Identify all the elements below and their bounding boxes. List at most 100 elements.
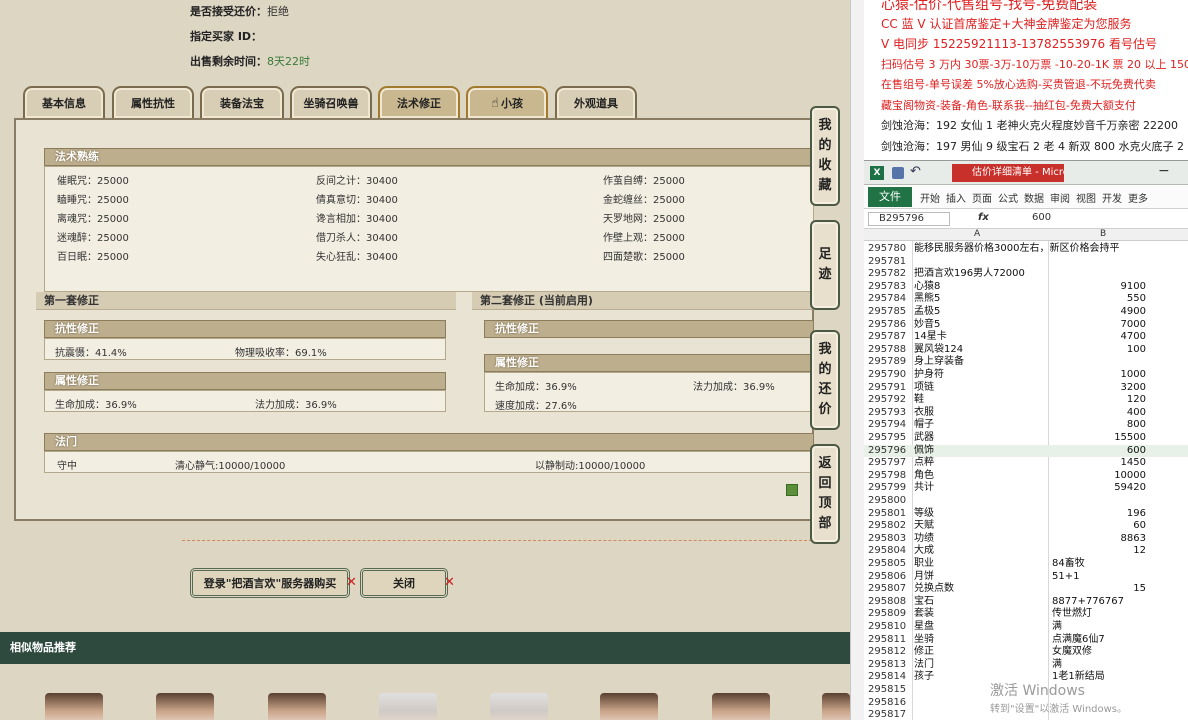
cell-b[interactable]: 3200 xyxy=(1050,382,1146,394)
excel-row[interactable]: 295788 翼风袋124 100 xyxy=(864,344,1188,356)
cell-b[interactable]: 9100 xyxy=(1050,281,1146,293)
cell-a[interactable]: 佩饰 xyxy=(914,445,934,457)
formula-input[interactable]: 600 xyxy=(1032,212,1051,223)
ribbon-tab[interactable]: 审阅 xyxy=(1050,190,1070,205)
cell-a[interactable]: 心猿8 xyxy=(914,281,940,293)
cell-a[interactable]: 修正 xyxy=(914,646,934,658)
excel-row[interactable]: 295799 共计 59420 xyxy=(864,482,1188,494)
excel-row[interactable]: 295808 宝石 8877+776767 xyxy=(864,596,1188,608)
cell-b[interactable]: 196 xyxy=(1050,508,1146,520)
excel-row[interactable]: 295784 黑熊5 550 xyxy=(864,293,1188,305)
cell-b[interactable]: 59420 xyxy=(1050,482,1146,494)
cell-a[interactable]: 衣服 xyxy=(914,407,934,419)
cell-a[interactable]: 翼风袋124 xyxy=(914,344,963,356)
save-icon[interactable] xyxy=(892,167,904,179)
undo-icon[interactable]: ↶ xyxy=(910,164,921,179)
excel-row[interactable]: 295786 妙音5 7000 xyxy=(864,319,1188,331)
ribbon-tab[interactable]: 视图 xyxy=(1076,190,1096,205)
excel-row[interactable]: 295800 xyxy=(864,495,1188,507)
cell-b[interactable]: 400 xyxy=(1050,407,1146,419)
cell-b[interactable]: 满 xyxy=(1052,621,1062,633)
cell-b[interactable]: 800 xyxy=(1050,419,1146,431)
ribbon-tab[interactable]: 页面 xyxy=(972,190,992,205)
cell-a[interactable]: 星盘 xyxy=(914,621,934,633)
excel-row[interactable]: 295805 职业 84畜牧 xyxy=(864,558,1188,570)
cell-b[interactable]: 4700 xyxy=(1050,331,1146,343)
ribbon-tab[interactable]: 数据 xyxy=(1024,190,1044,205)
excel-row[interactable]: 295813 法门 满 xyxy=(864,659,1188,671)
my-favorites-button[interactable]: 我的收藏 xyxy=(810,106,840,206)
similar-item-avatar[interactable] xyxy=(600,693,658,720)
excel-row[interactable]: 295795 武器 15500 xyxy=(864,432,1188,444)
cell-a[interactable]: 把酒言欢196男人72000 xyxy=(914,268,1025,280)
cell-b[interactable]: 600 xyxy=(1050,445,1146,457)
tab-mounts[interactable]: 坐骑召唤兽 xyxy=(290,86,372,118)
cell-a[interactable]: 等级 xyxy=(914,508,934,520)
ribbon-tab[interactable]: 公式 xyxy=(998,190,1018,205)
cell-a[interactable]: 角色 xyxy=(914,470,934,482)
tab-equipment[interactable]: 装备法宝 xyxy=(200,86,284,118)
cell-b[interactable]: 550 xyxy=(1050,293,1146,305)
column-a-header[interactable]: A xyxy=(974,229,980,239)
minimize-icon[interactable]: − xyxy=(1158,163,1170,179)
cell-b[interactable]: 传世燃灯 xyxy=(1052,608,1092,620)
cell-a[interactable]: 职业 xyxy=(914,558,934,570)
excel-row[interactable]: 295793 衣服 400 xyxy=(864,407,1188,419)
excel-row[interactable]: 295787 14星卡 4700 xyxy=(864,331,1188,343)
similar-item-avatar[interactable] xyxy=(45,693,103,720)
cell-a[interactable]: 项链 xyxy=(914,382,934,394)
cell-a[interactable]: 14星卡 xyxy=(914,331,947,343)
cell-a[interactable]: 妙音5 xyxy=(914,319,940,331)
excel-row[interactable]: 295791 项链 3200 xyxy=(864,382,1188,394)
tab-attributes[interactable]: 属性抗性 xyxy=(112,86,194,118)
cell-b[interactable]: 7000 xyxy=(1050,319,1146,331)
cell-a[interactable]: 点粹 xyxy=(914,457,934,469)
excel-row[interactable]: 295796 佩饰 600 xyxy=(864,444,1188,457)
similar-item-avatar[interactable] xyxy=(156,693,214,720)
cell-b[interactable]: 点满魔6仙7 xyxy=(1052,634,1105,646)
excel-row[interactable]: 295798 角色 10000 xyxy=(864,470,1188,482)
similar-item-avatar[interactable] xyxy=(268,693,326,720)
login-buy-button[interactable]: 登录"把酒言欢"服务器购买 xyxy=(190,568,350,598)
cell-b[interactable]: 8863 xyxy=(1050,533,1146,545)
cell-a[interactable]: 套装 xyxy=(914,608,934,620)
excel-row[interactable]: 295792 鞋 120 xyxy=(864,394,1188,406)
excel-row[interactable]: 295782 把酒言欢196男人72000 xyxy=(864,268,1188,280)
excel-row[interactable]: 295810 星盘 满 xyxy=(864,621,1188,633)
cell-b[interactable]: 120 xyxy=(1050,394,1146,406)
cell-b[interactable]: 女魔双修 xyxy=(1052,646,1092,658)
cell-b[interactable]: 15500 xyxy=(1050,432,1146,444)
cell-b[interactable]: 51+1 xyxy=(1052,571,1079,583)
tab-child[interactable]: ☝ 小孩 xyxy=(466,86,548,118)
cell-a[interactable]: 天赋 xyxy=(914,520,934,532)
cell-a[interactable]: 宝石 xyxy=(914,596,934,608)
cell-b[interactable]: 满 xyxy=(1052,659,1062,671)
similar-item-avatar[interactable] xyxy=(712,693,770,720)
cell-b[interactable]: 84畜牧 xyxy=(1052,558,1085,570)
cell-b[interactable]: 1450 xyxy=(1050,457,1146,469)
cell-a[interactable]: 帽子 xyxy=(914,419,934,431)
excel-row[interactable]: 295806 月饼 51+1 xyxy=(864,571,1188,583)
cell-b[interactable]: 100 xyxy=(1050,344,1146,356)
cell-a[interactable]: 共计 xyxy=(914,482,934,494)
cell-a[interactable]: 孩子 xyxy=(914,671,934,683)
cell-a[interactable]: 功绩 xyxy=(914,533,934,545)
ribbon-tab[interactable]: 开发 xyxy=(1102,190,1122,205)
ribbon-tab[interactable]: 更多 xyxy=(1128,190,1148,205)
excel-row[interactable]: 295809 套装 传世燃灯 xyxy=(864,608,1188,620)
excel-row[interactable]: 295802 天赋 60 xyxy=(864,520,1188,532)
tab-appearance[interactable]: 外观道具 xyxy=(555,86,637,118)
cell-b[interactable]: 8877+776767 xyxy=(1052,596,1124,608)
cell-b[interactable]: 4900 xyxy=(1050,306,1146,318)
similar-item-avatar[interactable] xyxy=(822,693,850,720)
excel-row[interactable]: 295811 坐骑 点满魔6仙7 xyxy=(864,634,1188,646)
excel-row[interactable]: 295804 大成 12 xyxy=(864,545,1188,557)
excel-row[interactable]: 295789 身上穿装备 xyxy=(864,356,1188,368)
cell-a[interactable]: 孟极5 xyxy=(914,306,940,318)
excel-row[interactable]: 295783 心猿8 9100 xyxy=(864,281,1188,293)
excel-row[interactable]: 295780 能移民服务器价格3000左右，新区价格会持平 xyxy=(864,243,1188,255)
spreadsheet-icon[interactable] xyxy=(786,484,798,496)
footprint-button[interactable]: 足迹 xyxy=(810,220,840,310)
cell-a[interactable]: 武器 xyxy=(914,432,934,444)
back-to-top-button[interactable]: 返回顶部 xyxy=(810,444,840,544)
